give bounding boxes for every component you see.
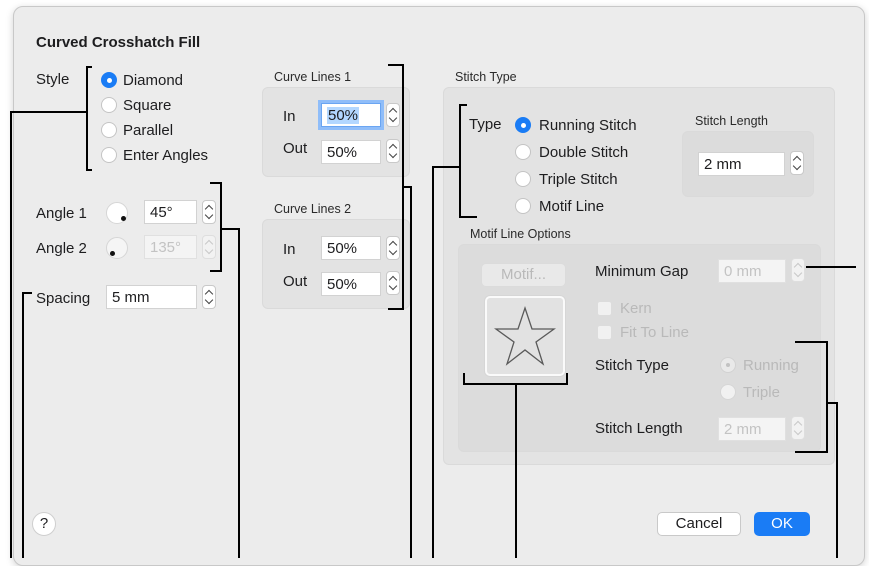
kern-checkbox [597, 301, 612, 316]
angle1-stepper[interactable] [202, 200, 216, 224]
spacing-stepper[interactable] [202, 285, 216, 309]
double-stitch-radio[interactable] [515, 144, 531, 160]
running-stitch-label[interactable]: Running Stitch [539, 117, 637, 134]
curve1-out-stepper[interactable] [386, 139, 400, 163]
curve1-in-label: In [283, 108, 296, 125]
angle2-dial [106, 237, 128, 259]
fit-to-line-label: Fit To Line [620, 324, 689, 341]
curved-crosshatch-dialog: Curved Crosshatch Fill Style Diamond Squ… [13, 6, 865, 566]
double-stitch-label[interactable]: Double Stitch [539, 144, 628, 161]
curve-lines-2-title: Curve Lines 2 [274, 202, 352, 216]
motif-triple-radio [720, 384, 736, 400]
min-gap-field: 0 mm [718, 259, 786, 283]
fit-to-line-checkbox [597, 325, 612, 340]
angle2-stepper [202, 235, 216, 259]
motif-stitch-length-label: Stitch Length [595, 420, 683, 437]
angle1-dial[interactable] [106, 202, 128, 224]
angle2-label: Angle 2 [36, 240, 87, 257]
motif-line-label[interactable]: Motif Line [539, 198, 604, 215]
motif-button[interactable]: Motif... [481, 263, 566, 287]
style-square-radio[interactable] [101, 97, 117, 113]
motif-stitch-length-field: 2 mm [718, 417, 786, 441]
curve2-out-field[interactable]: 50% [321, 272, 381, 296]
dialog-title: Curved Crosshatch Fill [36, 34, 201, 51]
curve1-in-field[interactable]: 50% [318, 100, 384, 130]
motif-running-label: Running [743, 357, 799, 374]
stitch-length-stepper[interactable] [790, 151, 804, 175]
curve2-in-label: In [283, 241, 296, 258]
style-enter-angles-radio[interactable] [101, 147, 117, 163]
curve2-out-label: Out [283, 273, 308, 290]
motif-line-options-title: Motif Line Options [470, 227, 571, 241]
min-gap-label: Minimum Gap [595, 263, 689, 280]
motif-preview [485, 296, 565, 376]
style-diamond-radio[interactable] [101, 72, 117, 88]
motif-triple-label: Triple [743, 384, 780, 401]
spacing-label: Spacing [36, 290, 91, 307]
triple-stitch-label[interactable]: Triple Stitch [539, 171, 618, 188]
style-square-label[interactable]: Square [123, 97, 171, 114]
style-label: Style [36, 71, 70, 88]
curve1-out-field[interactable]: 50% [321, 140, 381, 164]
style-enter-angles-label[interactable]: Enter Angles [123, 147, 208, 164]
min-gap-stepper [791, 258, 805, 282]
motif-stitch-length-stepper [791, 416, 805, 440]
spacing-field[interactable]: 5 mm [106, 285, 197, 309]
angle1-field[interactable]: 45° [144, 200, 197, 224]
curve1-in-value: 50% [327, 107, 360, 124]
stitch-length-title: Stitch Length [695, 114, 768, 128]
motif-line-radio[interactable] [515, 198, 531, 214]
motif-stitch-type-label: Stitch Type [595, 357, 669, 374]
help-button[interactable]: ? [32, 512, 56, 536]
kern-label: Kern [620, 300, 652, 317]
curve1-out-label: Out [283, 140, 308, 157]
stitch-type-label: Type [469, 116, 502, 133]
star-outline-icon [493, 305, 557, 366]
curve1-in-stepper[interactable] [386, 103, 400, 127]
stitch-length-field[interactable]: 2 mm [698, 152, 785, 176]
curve2-out-stepper[interactable] [386, 271, 400, 295]
curve-lines-1-title: Curve Lines 1 [274, 70, 352, 84]
ok-button[interactable]: OK [754, 512, 810, 536]
running-stitch-radio[interactable] [515, 117, 531, 133]
curve2-in-field[interactable]: 50% [321, 236, 381, 260]
angle1-label: Angle 1 [36, 205, 87, 222]
style-parallel-label[interactable]: Parallel [123, 122, 173, 139]
stitch-type-title: Stitch Type [455, 70, 517, 84]
style-diamond-label[interactable]: Diamond [123, 72, 183, 89]
triple-stitch-radio[interactable] [515, 171, 531, 187]
curve2-in-stepper[interactable] [386, 236, 400, 260]
style-parallel-radio[interactable] [101, 122, 117, 138]
cancel-button[interactable]: Cancel [657, 512, 741, 536]
motif-running-radio [720, 357, 736, 373]
angle2-field: 135° [144, 235, 197, 259]
